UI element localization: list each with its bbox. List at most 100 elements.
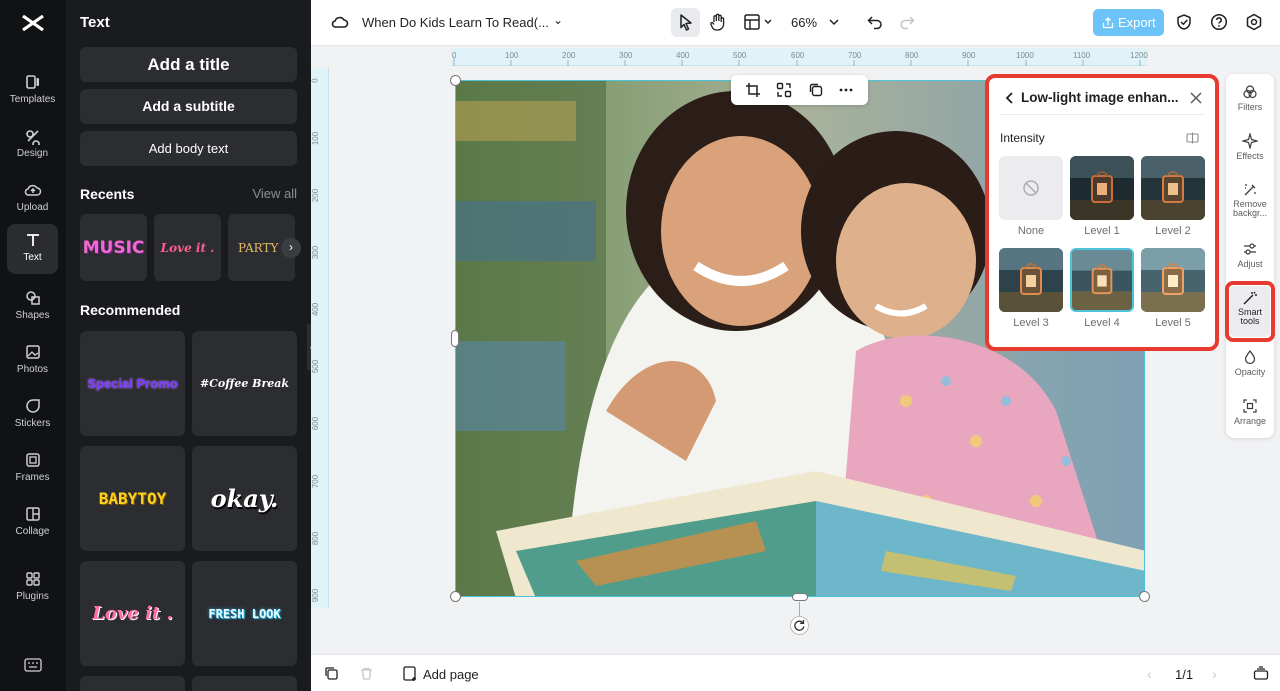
prev-page-icon[interactable]: ‹ bbox=[1147, 666, 1152, 682]
view-all-link[interactable]: View all bbox=[252, 186, 297, 201]
redo-icon[interactable] bbox=[898, 13, 916, 36]
recommended-template[interactable]: FRESH LOOK bbox=[192, 561, 297, 666]
recommended-template[interactable]: #Coffee Break bbox=[192, 331, 297, 436]
back-chevron-icon[interactable] bbox=[1004, 90, 1016, 106]
chevron-down-icon[interactable] bbox=[828, 13, 840, 36]
keyboard-icon[interactable] bbox=[24, 658, 42, 672]
tool-adjust[interactable]: Adjust bbox=[1226, 241, 1274, 269]
capcut-logo[interactable] bbox=[20, 12, 46, 34]
compare-icon[interactable] bbox=[1186, 132, 1199, 144]
chevron-down-icon[interactable]: ⌄ bbox=[553, 13, 563, 27]
level-3-option[interactable] bbox=[999, 248, 1063, 312]
recents-next-icon[interactable]: › bbox=[281, 238, 301, 258]
level-label: Level 2 bbox=[1155, 225, 1191, 237]
shield-icon[interactable] bbox=[1175, 13, 1193, 36]
collage-icon bbox=[25, 507, 40, 521]
ruler-label: 500 bbox=[311, 359, 321, 374]
add-body-text-button[interactable]: Add body text bbox=[80, 131, 297, 166]
tool-smart-tools[interactable]: Smart tools bbox=[1226, 290, 1274, 326]
settings-gear-icon[interactable] bbox=[1245, 13, 1263, 36]
resize-handle[interactable] bbox=[451, 330, 459, 347]
recommended-template[interactable]: BABYTOY bbox=[80, 446, 185, 551]
rail-templates[interactable]: Templates bbox=[7, 66, 58, 116]
next-page-icon[interactable]: › bbox=[1212, 666, 1217, 682]
filters-icon bbox=[1243, 85, 1257, 99]
export-button[interactable]: Export bbox=[1093, 9, 1164, 36]
layout-button[interactable] bbox=[744, 13, 774, 36]
vertical-ruler: 0 100 200 300 400 500 600 700 800 900 bbox=[311, 68, 329, 608]
recommended-template[interactable] bbox=[80, 676, 185, 691]
rail-text[interactable]: Text bbox=[7, 224, 58, 274]
rail-label: Collage bbox=[15, 526, 50, 537]
help-icon[interactable] bbox=[1210, 13, 1228, 36]
zoom-level[interactable]: 66% bbox=[791, 15, 817, 30]
level-2-option[interactable] bbox=[1141, 156, 1205, 220]
ruler-label: 1200 bbox=[1130, 51, 1148, 60]
project-title[interactable]: When Do Kids Learn To Read(... bbox=[362, 15, 549, 30]
add-subtitle-button[interactable]: Add a subtitle bbox=[80, 89, 297, 124]
recommended-template[interactable] bbox=[192, 676, 297, 691]
rail-frames[interactable]: Frames bbox=[7, 444, 58, 494]
lantern-thumbnail bbox=[1141, 156, 1205, 220]
level-none-option[interactable] bbox=[999, 156, 1063, 220]
level-1-option[interactable] bbox=[1070, 156, 1134, 220]
ruler-label: 600 bbox=[791, 51, 805, 60]
rotate-handle[interactable] bbox=[790, 616, 809, 635]
level-label: Level 1 bbox=[1084, 225, 1120, 237]
level-4-option[interactable] bbox=[1070, 248, 1134, 312]
intensity-label: Intensity bbox=[1000, 131, 1045, 145]
bottom-bar: Add page ‹ 1/1 › bbox=[311, 654, 1280, 691]
rail-stickers[interactable]: Stickers bbox=[7, 390, 58, 440]
template-text: Love it . bbox=[92, 603, 173, 624]
tool-filters[interactable]: Filters bbox=[1226, 84, 1274, 112]
duplicate-icon[interactable] bbox=[808, 82, 824, 98]
rail-shapes[interactable]: Shapes bbox=[7, 282, 58, 332]
undo-icon[interactable] bbox=[866, 13, 884, 36]
resize-handle[interactable] bbox=[450, 75, 461, 86]
recommended-template[interactable]: Love it . bbox=[80, 561, 185, 666]
rail-photos[interactable]: Photos bbox=[7, 336, 58, 386]
template-text: BABYTOY bbox=[98, 489, 167, 508]
rail-label: Templates bbox=[9, 94, 56, 105]
recent-template[interactable]: MUSIC bbox=[80, 214, 147, 281]
rail-plugins[interactable]: Plugins bbox=[7, 563, 58, 613]
none-icon bbox=[1023, 180, 1039, 196]
resize-handle[interactable] bbox=[792, 593, 808, 601]
lantern-thumbnail bbox=[1070, 156, 1134, 220]
recent-template[interactable]: Love it . bbox=[154, 214, 221, 281]
hand-tool-button[interactable] bbox=[708, 12, 728, 37]
pages-panel-icon[interactable] bbox=[1253, 665, 1269, 681]
replace-icon[interactable] bbox=[776, 82, 792, 98]
level-label: Level 4 bbox=[1084, 317, 1120, 329]
rail-upload[interactable]: Upload bbox=[7, 174, 58, 224]
left-rail: Templates Design Upload Text Shapes Phot… bbox=[0, 0, 66, 691]
photo-toolbar bbox=[731, 75, 868, 105]
resize-handle[interactable] bbox=[450, 591, 461, 602]
ruler-label: 300 bbox=[619, 51, 633, 60]
frames-icon bbox=[25, 453, 40, 467]
recommended-template[interactable]: okay. bbox=[192, 446, 297, 551]
tool-opacity[interactable]: Opacity bbox=[1226, 349, 1274, 377]
level-label: Level 3 bbox=[1013, 317, 1049, 329]
resize-handle[interactable] bbox=[1139, 591, 1150, 602]
canvas-area[interactable]: 0 100 200 300 400 500 600 700 800 900 10… bbox=[311, 46, 1280, 654]
crop-icon[interactable] bbox=[745, 82, 761, 98]
tool-remove-background[interactable]: Remove backgr... bbox=[1226, 182, 1274, 218]
more-icon[interactable] bbox=[838, 82, 854, 98]
rail-collage[interactable]: Collage bbox=[7, 498, 58, 548]
level-5-option[interactable] bbox=[1141, 248, 1205, 312]
upload-icon bbox=[24, 184, 41, 196]
tool-arrange[interactable]: Arrange bbox=[1226, 398, 1274, 426]
arrange-icon bbox=[1243, 399, 1257, 413]
recommended-template[interactable]: Special Promo bbox=[80, 331, 185, 436]
select-tool-button[interactable] bbox=[671, 8, 700, 37]
tool-label: Remove backgr... bbox=[1232, 199, 1268, 218]
rail-label: Photos bbox=[16, 364, 49, 375]
add-title-button[interactable]: Add a title bbox=[80, 47, 297, 82]
close-icon[interactable] bbox=[1189, 91, 1203, 105]
duplicate-page-icon[interactable] bbox=[324, 666, 339, 681]
tool-effects[interactable]: Effects bbox=[1226, 133, 1274, 161]
rail-design[interactable]: Design bbox=[7, 120, 58, 170]
trash-icon[interactable] bbox=[359, 666, 374, 681]
cloud-icon[interactable] bbox=[331, 14, 349, 35]
